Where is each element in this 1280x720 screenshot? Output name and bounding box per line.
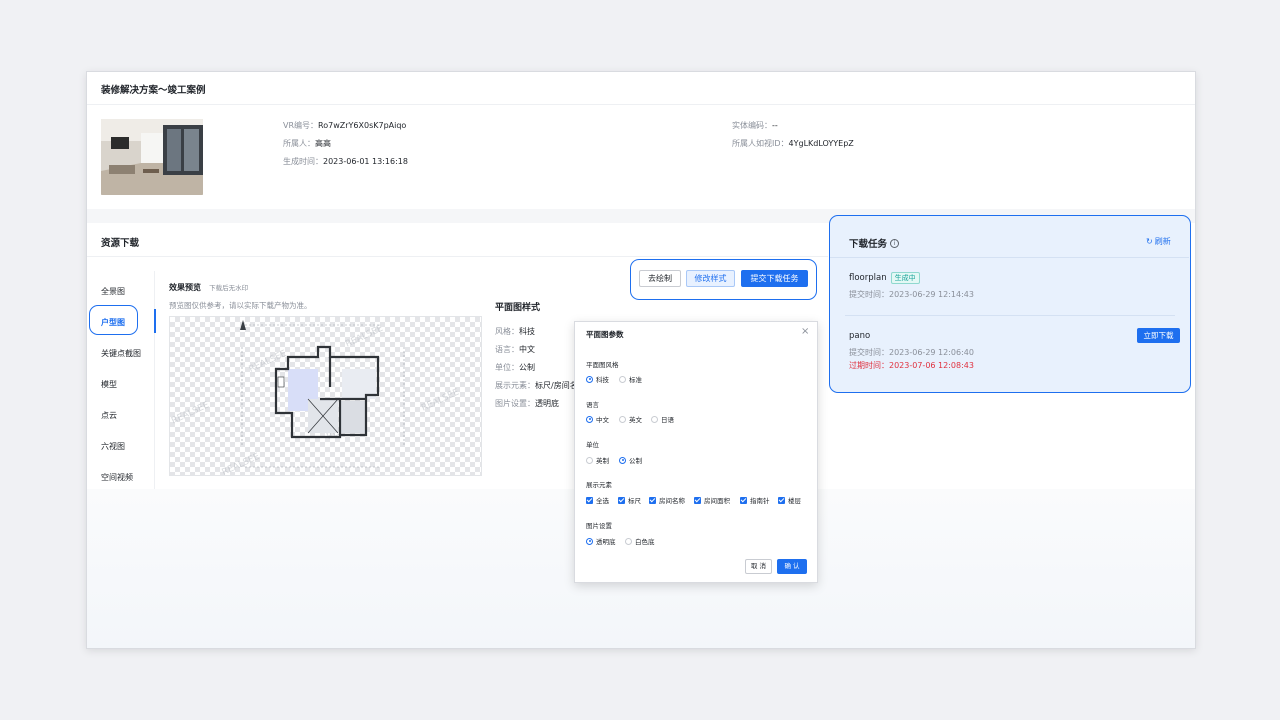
- cancel-button[interactable]: 取 消: [745, 559, 772, 574]
- close-icon[interactable]: ×: [801, 326, 809, 337]
- title-bar: 装修解决方案～竣工案例: [87, 72, 1195, 105]
- watermark-text: REALSEE: [248, 349, 289, 375]
- image-label: 图片设置: [586, 522, 612, 530]
- task-item-floorplan: floorplan 生成中: [849, 272, 920, 284]
- watermark-text: REALSEE: [170, 400, 211, 426]
- divider: [845, 315, 1175, 316]
- task-name: floorplan: [849, 273, 887, 283]
- nav-item-keyframes[interactable]: 关键点截图: [101, 348, 141, 359]
- radio-japanese[interactable]: 日语: [651, 414, 674, 424]
- radio-transparent[interactable]: 透明底: [586, 536, 616, 546]
- modal-title: 平面图参数: [586, 330, 624, 339]
- radio-imperial[interactable]: 英制: [586, 455, 609, 465]
- refresh-button[interactable]: ↻ 刷新: [1146, 236, 1171, 247]
- modify-style-button[interactable]: 修改样式: [686, 270, 735, 287]
- unit-label: 单位: [586, 441, 599, 449]
- checkbox-select-all[interactable]: 全选: [586, 495, 609, 505]
- nav-divider: [154, 271, 155, 491]
- task-expire-time: 过期时间：2023-07-06 12:08:43: [849, 361, 974, 370]
- preview-subtitle: 下载后无水印: [209, 284, 249, 292]
- style-label: 平面图风格: [586, 361, 619, 369]
- vr-thumbnail[interactable]: [101, 119, 203, 195]
- preview-note: 预览图仅供参考，请以实际下载产物为准。: [169, 301, 312, 310]
- floorplan-style-title: 平面图样式: [495, 303, 541, 313]
- nav-item-model[interactable]: 模型: [101, 379, 117, 390]
- floorplan-drawing: REALSEE REALSEE REALSEE REALSEE REALSEE …: [170, 320, 461, 475]
- checkbox-room-name[interactable]: 房间名称: [649, 495, 685, 505]
- info-section: VR编号：Ro7wZrY6X0sK7pAiqo 所属人：高高 生成时间：2023…: [87, 105, 1195, 209]
- divider: [830, 257, 1189, 258]
- task-submit-time: 提交时间：2023-06-29 12:14:43: [849, 290, 974, 299]
- status-badge: 生成中: [890, 272, 920, 284]
- task-name: pano: [849, 331, 871, 341]
- nav-item-pano[interactable]: 全景图: [101, 286, 125, 297]
- submit-download-button[interactable]: 提交下载任务: [741, 270, 808, 287]
- vr-code: VR编号：Ro7wZrY6X0sK7pAiqo: [283, 121, 407, 130]
- checkbox-floor[interactable]: 楼层: [778, 495, 801, 505]
- resource-title: 资源下载: [101, 238, 140, 249]
- owner: 所属人：高高: [283, 139, 331, 148]
- nav-item-pointcloud[interactable]: 点云: [101, 410, 117, 421]
- page-title: 装修解决方案～竣工案例: [101, 85, 206, 96]
- radio-english[interactable]: 英文: [619, 414, 642, 424]
- radio-white[interactable]: 白色底: [625, 536, 655, 546]
- download-tasks-panel: 下载任务 i ↻ 刷新 floorplan 生成中 提交时间：2023-06-2…: [829, 215, 1191, 393]
- tasks-title: 下载任务: [849, 239, 888, 250]
- style-row-style: 风格：科技: [495, 327, 535, 336]
- entity-code: 实体编码：--: [732, 121, 778, 130]
- style-row-elements: 展示元素：标尺/房间名: [495, 381, 578, 390]
- download-now-button[interactable]: 立即下载: [1137, 328, 1180, 343]
- floorplan-nav-highlight: [89, 305, 138, 335]
- radio-chinese[interactable]: 中文: [586, 414, 609, 424]
- created-time: 生成时间：2023-06-01 13:16:18: [283, 157, 408, 166]
- refresh-icon: ↻: [1146, 237, 1153, 246]
- radio-standard[interactable]: 标准: [619, 374, 642, 384]
- info-icon[interactable]: i: [890, 238, 900, 248]
- checkbox-ruler[interactable]: 标尺: [618, 495, 641, 505]
- divider: [87, 256, 828, 257]
- checkbox-compass[interactable]: 指南针: [740, 495, 770, 505]
- tasks-header: 下载任务 i: [849, 236, 900, 250]
- task-submit-time: 提交时间：2023-06-29 12:06:40: [849, 348, 974, 357]
- nav-item-space-video[interactable]: 空间视频: [101, 472, 133, 483]
- confirm-button[interactable]: 确 认: [777, 559, 807, 574]
- preview-header: 效果预览 下载后无水印: [169, 275, 248, 294]
- owner-id: 所属人如视ID：4YgLKdLOYYEpZ: [732, 139, 854, 148]
- elements-label: 展示元素: [586, 481, 612, 489]
- watermark-text: REALSEE: [221, 452, 262, 475]
- style-row-language: 语言：中文: [495, 345, 535, 354]
- nav-active-indicator: [154, 309, 156, 333]
- refresh-label: 刷新: [1154, 237, 1171, 246]
- main-window: 装修解决方案～竣工案例 VR编号：Ro7wZrY6X0sK7pAiqo 所属人：…: [86, 71, 1196, 649]
- preview-title: 效果预览: [169, 283, 201, 292]
- language-label: 语言: [586, 401, 599, 409]
- radio-tech[interactable]: 科技: [586, 374, 609, 384]
- watermark-text: REALSEE: [344, 324, 385, 350]
- watermark-text: REALSEE: [420, 387, 461, 413]
- checkbox-room-area[interactable]: 房间面积: [694, 495, 730, 505]
- floorplan-params-modal: 平面图参数 × 平面图风格 科技 标准 语言 中文 英文 日语 单位 英制 公制…: [574, 321, 818, 583]
- draw-button[interactable]: 去绘制: [639, 270, 681, 287]
- radio-metric[interactable]: 公制: [619, 455, 642, 465]
- style-row-unit: 单位：公制: [495, 363, 535, 372]
- nav-item-six-views[interactable]: 六视图: [101, 441, 125, 452]
- floorplan-preview: REALSEE REALSEE REALSEE REALSEE REALSEE …: [169, 316, 482, 476]
- style-row-image: 图片设置：透明底: [495, 399, 559, 408]
